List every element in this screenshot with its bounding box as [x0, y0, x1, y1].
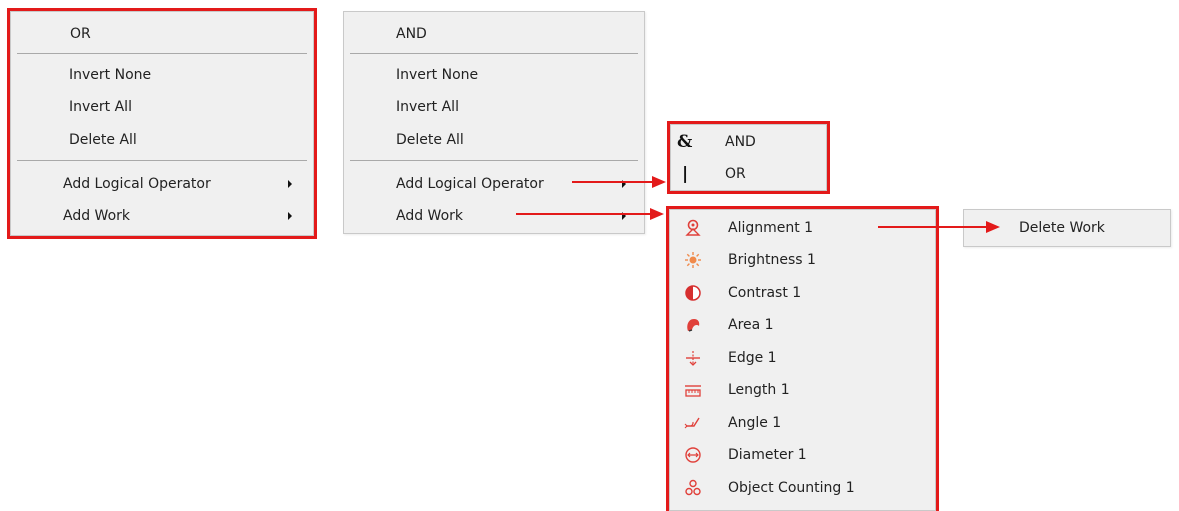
work-item-object-counting[interactable]: Object Counting 1 — [670, 476, 935, 500]
menu-item-label: Add Logical Operator — [396, 176, 544, 192]
menu-item-label: Invert All — [69, 99, 132, 115]
angle-icon — [684, 417, 700, 429]
brightness-icon — [685, 252, 701, 268]
menu-item-add-work[interactable]: Add Work — [11, 204, 313, 228]
menu-separator — [350, 53, 638, 54]
menu-item-label: Invert None — [69, 67, 152, 83]
ampersand-icon: & — [677, 132, 693, 152]
work-item-label: Object Counting 1 — [728, 480, 855, 496]
work-item-contrast[interactable]: Contrast 1 — [670, 281, 935, 305]
work-item-length[interactable]: Length 1 — [670, 378, 935, 402]
menu-item-label: Add Work — [63, 208, 131, 224]
menu-item-label: Add Work — [396, 208, 464, 224]
menu-item-add-logical-operator[interactable]: Add Logical Operator — [11, 172, 313, 196]
menu-item-invert-all[interactable]: Invert All — [344, 95, 644, 119]
menu-item-invert-none[interactable]: Invert None — [11, 63, 313, 87]
menu-item-invert-all[interactable]: Invert All — [11, 95, 313, 119]
annotation-arrow-line — [572, 181, 654, 183]
contrast-icon — [685, 285, 701, 301]
work-item-angle[interactable]: Angle 1 — [670, 411, 935, 435]
work-item-label: Edge 1 — [728, 350, 777, 366]
work-item-alignment[interactable]: Alignment 1 — [670, 216, 935, 240]
annotation-arrow-line — [878, 226, 988, 228]
menu-item-label: Delete Work — [1019, 220, 1105, 236]
context-menu-or: OR Invert None Invert All Delete All Add… — [7, 8, 317, 239]
menu-header-label: AND — [396, 26, 427, 42]
annotation-arrow-head — [986, 221, 1000, 233]
menu-item-label: Delete All — [396, 132, 464, 148]
logical-operator-submenu: & AND | OR — [667, 121, 830, 194]
menu-header-or: OR — [11, 22, 313, 46]
menu-item-label: Delete All — [69, 132, 137, 148]
menu-item-invert-none[interactable]: Invert None — [344, 63, 644, 87]
menu-header-and: AND — [344, 22, 644, 46]
work-item-area[interactable]: Area 1 — [670, 313, 935, 337]
annotation-arrow-head — [650, 208, 664, 220]
logical-operator-item-or[interactable]: | OR — [671, 162, 826, 186]
object-counting-icon — [685, 479, 701, 496]
menu-header-label: OR — [70, 26, 91, 42]
work-item-label: Angle 1 — [728, 415, 782, 431]
menu-item-label: Add Logical Operator — [63, 176, 211, 192]
submenu-arrow-icon — [288, 212, 292, 220]
menu-item-delete-all[interactable]: Delete All — [344, 128, 644, 152]
menu-separator — [17, 53, 307, 54]
alignment-icon — [685, 219, 701, 236]
work-item-diameter[interactable]: Diameter 1 — [670, 443, 935, 467]
work-item-label: Alignment 1 — [728, 220, 814, 236]
length-icon — [685, 385, 701, 397]
logical-operator-label: AND — [725, 134, 756, 150]
edge-icon — [686, 351, 700, 366]
context-menu-and: AND Invert None Invert All Delete All Ad… — [343, 11, 645, 234]
work-submenu: Alignment 1 Brightness 1 Contrast 1 Area… — [666, 206, 939, 511]
menu-separator — [17, 160, 307, 161]
work-item-brightness[interactable]: Brightness 1 — [670, 248, 935, 272]
work-item-label: Brightness 1 — [728, 252, 816, 268]
area-icon — [687, 319, 700, 332]
work-item-label: Area 1 — [728, 317, 774, 333]
annotation-arrow-line — [516, 213, 652, 215]
work-item-label: Length 1 — [728, 382, 790, 398]
menu-item-add-work[interactable]: Add Work — [344, 204, 644, 228]
pipe-icon: | — [682, 164, 689, 184]
work-item-edge[interactable]: Edge 1 — [670, 346, 935, 370]
diameter-icon — [685, 447, 701, 463]
menu-item-label: Invert None — [396, 67, 479, 83]
annotation-arrow-head — [652, 176, 666, 188]
menu-item-label: Invert All — [396, 99, 459, 115]
menu-separator — [350, 160, 638, 161]
logical-operator-label: OR — [725, 166, 746, 182]
work-item-label: Contrast 1 — [728, 285, 802, 301]
logical-operator-item-and[interactable]: & AND — [671, 130, 826, 154]
menu-item-add-logical-operator[interactable]: Add Logical Operator — [344, 172, 644, 196]
menu-item-delete-all[interactable]: Delete All — [11, 128, 313, 152]
work-item-label: Diameter 1 — [728, 447, 807, 463]
submenu-arrow-icon — [288, 180, 292, 188]
